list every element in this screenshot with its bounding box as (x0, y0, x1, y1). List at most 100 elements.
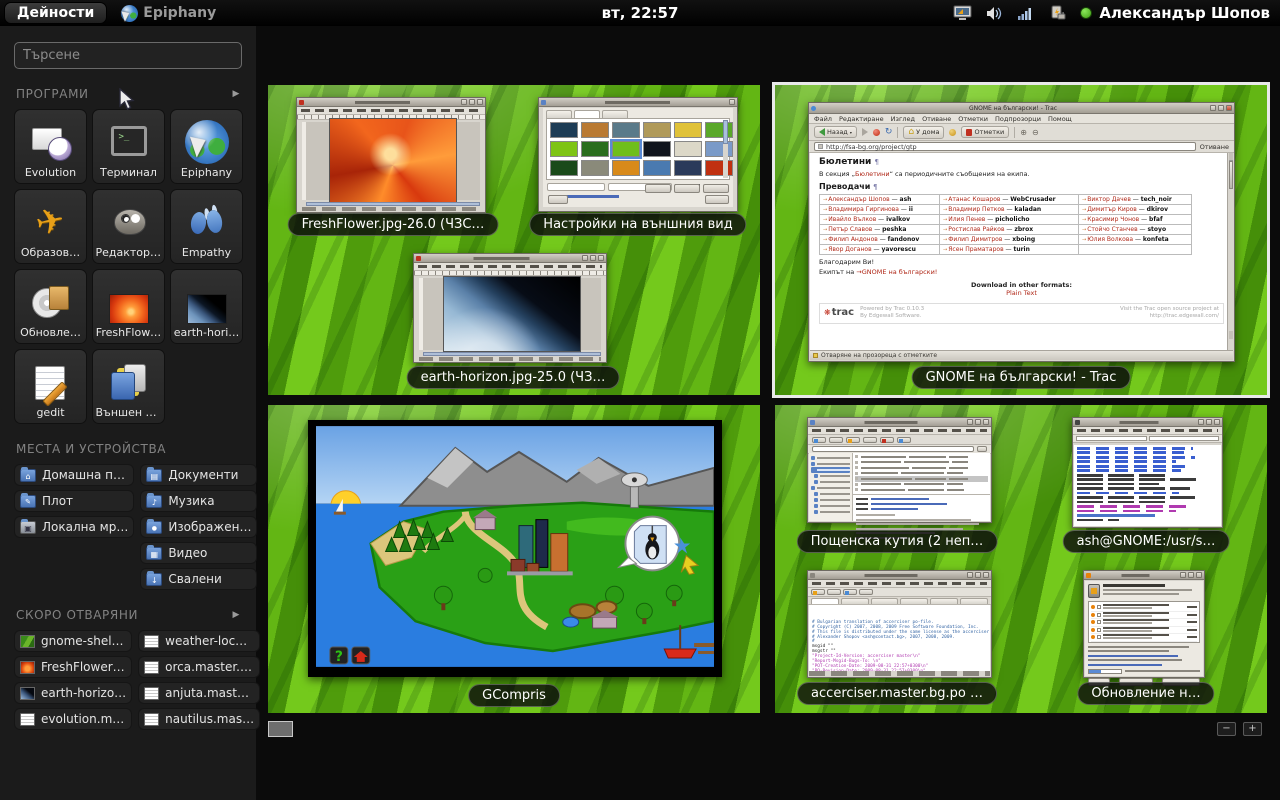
wallpaper-thumbnail[interactable] (550, 160, 578, 176)
recent-item[interactable]: earth-horizo… (14, 682, 132, 704)
wallpaper-thumbnail[interactable] (612, 122, 640, 138)
greeked-dropdown[interactable] (547, 183, 605, 191)
focused-app-menu[interactable]: Epiphany (121, 5, 216, 22)
wallpaper-thumbnail[interactable] (705, 141, 733, 157)
battery-icon[interactable] (1048, 5, 1066, 21)
window-gimp-freshflower[interactable] (296, 97, 486, 213)
recent-item[interactable]: evolution.m… (14, 708, 132, 730)
greeked-help-button[interactable] (548, 195, 568, 204)
wallpaper-thumbnail[interactable] (674, 160, 702, 176)
place-item[interactable]: Изображен… (140, 516, 257, 538)
place-item[interactable]: Видео (140, 542, 257, 564)
user-menu[interactable]: Александър Шопов (1080, 4, 1270, 22)
wallpaper-thumbnail[interactable] (612, 160, 640, 176)
greeked-button[interactable] (703, 184, 729, 193)
message-list[interactable] (853, 453, 990, 495)
clock[interactable]: вт, 22:57 (602, 4, 679, 22)
translator-link[interactable]: Юлия Волкова (1082, 236, 1133, 243)
search-input[interactable] (14, 42, 242, 69)
go-button[interactable]: Отиване (1200, 143, 1229, 151)
greeked-link[interactable] (1088, 655, 1178, 657)
greeked-link[interactable] (1088, 664, 1162, 666)
greeked-close-button[interactable] (705, 195, 729, 204)
app-tile[interactable]: Образов… (14, 189, 87, 264)
update-list[interactable] (1088, 601, 1200, 643)
programs-expander-icon[interactable]: ▶ (232, 89, 240, 99)
greeked-button[interactable] (645, 184, 671, 193)
place-item[interactable]: Документи (140, 464, 257, 486)
forward-button[interactable] (862, 128, 868, 136)
window-gedit-po[interactable]: # Bulgarian translation of accerciser po… (807, 570, 992, 678)
translator-link[interactable]: Димитър Киров (1082, 206, 1137, 213)
app-tile[interactable]: earth-hori… (170, 269, 243, 344)
menu-item[interactable]: Файл (814, 115, 832, 123)
greeked-button[interactable] (674, 184, 700, 193)
translator-link[interactable]: Филип Димитров (943, 236, 1002, 243)
recent-item[interactable]: anjuta.mast… (138, 682, 260, 704)
activities-button[interactable]: Дейности (4, 2, 107, 24)
home-button[interactable]: ⌂У дома (903, 126, 944, 139)
app-tile[interactable]: Редактор … (92, 189, 165, 264)
workspace-indicator[interactable] (268, 721, 293, 737)
wallpaper-thumbnail[interactable] (550, 122, 578, 138)
zoom-out-icon[interactable]: ⊖ (1032, 128, 1039, 137)
app-tile[interactable]: Empathy (170, 189, 243, 264)
translator-link[interactable]: Петър Славов (823, 226, 872, 233)
translator-link[interactable]: Илия Пенев (943, 216, 985, 223)
window-gimp-earth-horizon[interactable] (413, 253, 607, 363)
history-icon[interactable] (949, 129, 956, 136)
wallpaper-thumbnail[interactable] (612, 141, 640, 157)
recent-expander-icon[interactable]: ▶ (232, 610, 240, 620)
wallpaper-thumbnail[interactable] (674, 141, 702, 157)
wallpaper-thumbnail[interactable] (705, 122, 733, 138)
translator-link[interactable]: Красимир Чонов (1082, 216, 1139, 223)
app-tile[interactable]: gedit (14, 349, 87, 424)
recent-item[interactable]: FreshFlower… (14, 656, 132, 678)
menu-item[interactable]: Отиване (922, 115, 951, 123)
wallpaper-thumbnail[interactable] (643, 141, 671, 157)
wallpaper-thumbnail[interactable] (581, 141, 609, 157)
scrollbar[interactable] (423, 352, 601, 356)
terminal-tab[interactable] (1149, 436, 1220, 441)
place-item[interactable]: Домашна п… (14, 464, 134, 486)
recent-item[interactable]: weather-loc… (138, 630, 260, 652)
scrollbar[interactable] (1227, 153, 1234, 350)
place-item[interactable]: Локална мр… (14, 516, 134, 538)
translator-link[interactable]: Владимира Гиргинова (823, 206, 899, 213)
menu-item[interactable]: Отметки (958, 115, 988, 123)
po-file-text[interactable]: # Bulgarian translation of accerciser po… (809, 605, 990, 671)
plain-text-link[interactable]: Plain Text (819, 289, 1224, 297)
window-update-manager[interactable] (1083, 570, 1205, 678)
scrollbar[interactable] (723, 120, 728, 178)
wallpaper-thumbnail[interactable] (550, 141, 578, 157)
app-tile[interactable]: Терминал (92, 109, 165, 184)
window-evolution-mail[interactable] (807, 417, 992, 523)
translator-link[interactable]: Виктор Дачев (1082, 196, 1131, 203)
wallpaper-thumbnail[interactable] (643, 160, 671, 176)
window-gcompris[interactable]: ? (308, 420, 722, 677)
translator-link[interactable]: Ясен Праматаров (943, 246, 1004, 253)
mail-search-input[interactable] (812, 446, 974, 452)
edgewall-link[interactable]: http://trac.edgewall.com/ (1150, 313, 1219, 319)
zoom-in-icon[interactable]: ⊕ (1020, 128, 1027, 137)
window-epiphany-trac[interactable]: GNOME на български! - Trac ФайлРедактира… (808, 102, 1235, 362)
terminal-tab[interactable] (1076, 436, 1147, 441)
wallpaper-thumbnail[interactable] (674, 122, 702, 138)
terminal-output[interactable] (1074, 445, 1221, 526)
folder-tree[interactable] (809, 453, 853, 521)
workspace-remove-button[interactable]: − (1217, 722, 1236, 736)
recent-item[interactable]: orca.master.… (138, 656, 260, 678)
app-tile[interactable]: Обновле… (14, 269, 87, 344)
workspace-add-button[interactable]: + (1243, 722, 1262, 736)
place-item[interactable]: Свалени (140, 568, 257, 590)
wallpaper-thumbnail[interactable] (705, 160, 733, 176)
translator-link[interactable]: Атанас Кошаров (943, 196, 1000, 203)
bookmarks-button[interactable]: Отметки (961, 126, 1009, 138)
wallpaper-thumbnail[interactable] (581, 122, 609, 138)
volume-icon[interactable] (986, 6, 1004, 21)
translator-link[interactable]: Владимир Петков (943, 206, 1005, 213)
app-tile[interactable]: Evolution (14, 109, 87, 184)
app-tile[interactable]: Външен в… (92, 349, 165, 424)
translator-link[interactable]: Ростислав Райков (943, 226, 1004, 233)
bulletins-link[interactable]: Бюлетини (855, 170, 890, 178)
